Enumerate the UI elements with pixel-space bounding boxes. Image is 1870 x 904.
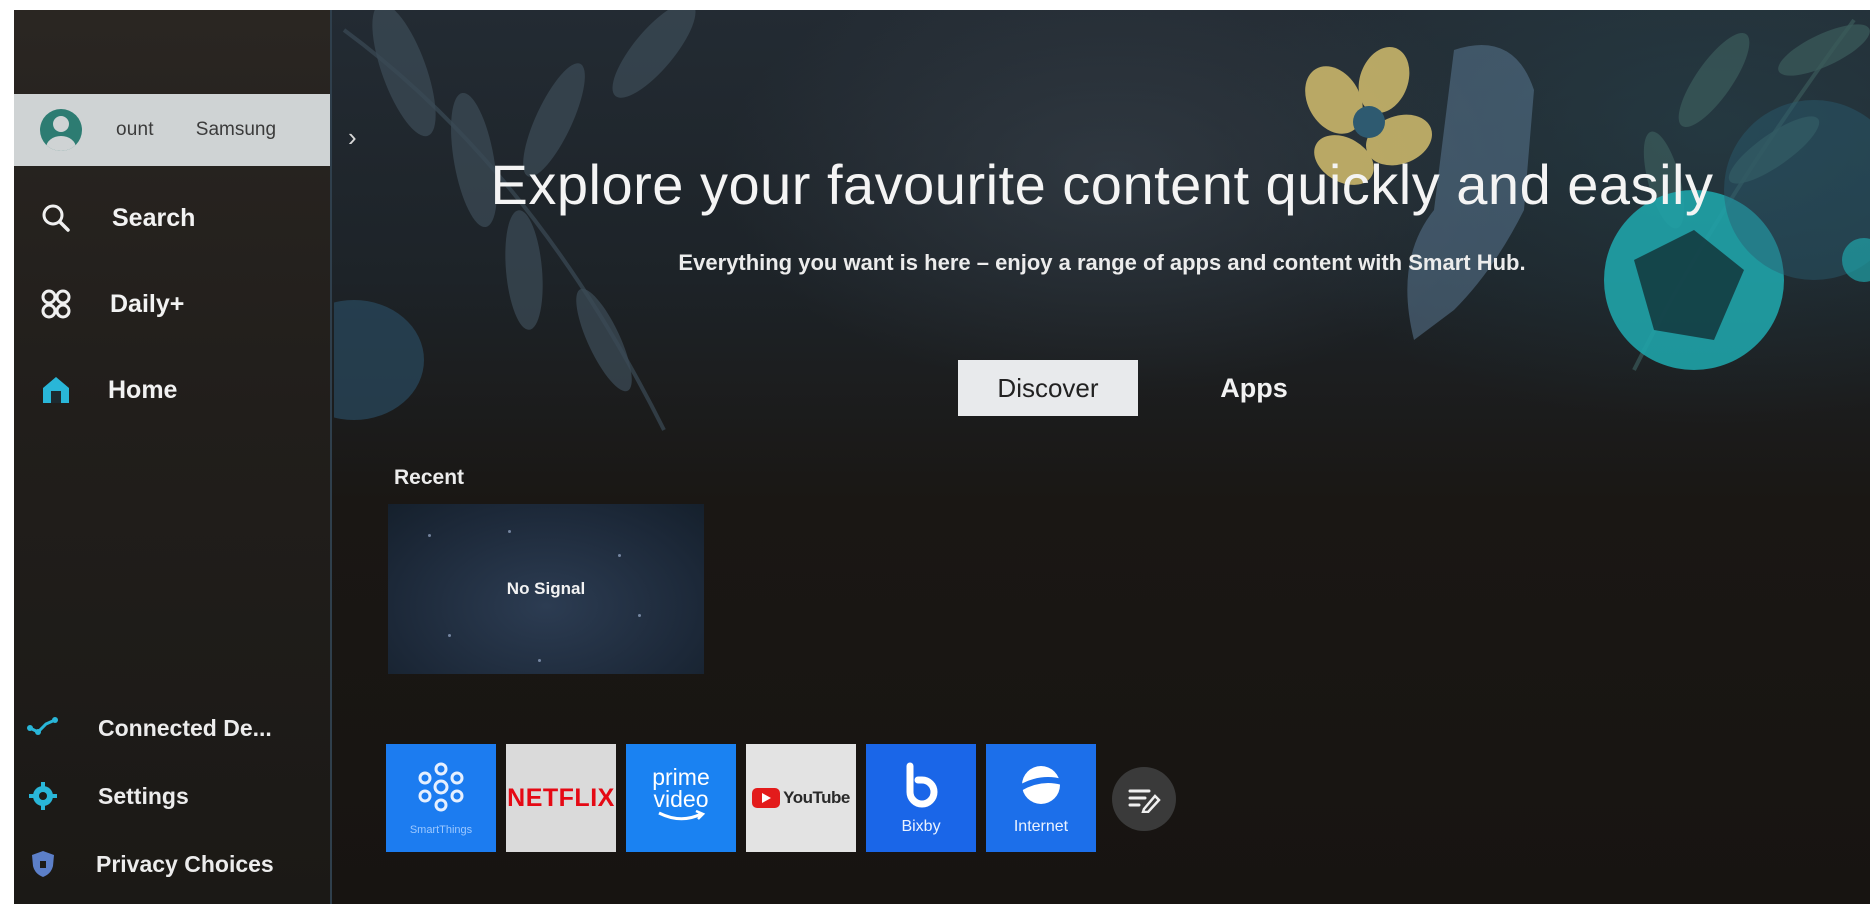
amazon-smile-icon [658, 810, 706, 821]
app-label: SmartThings [409, 824, 473, 836]
tv-screen: ount Samsung Search Daily+ Home Connecte… [14, 10, 1870, 904]
sidebar-item-label: Privacy Choices [96, 850, 274, 877]
shield-icon [26, 847, 60, 881]
sidebar-item-label: Settings [98, 782, 189, 809]
sidebar-item-search[interactable]: Search [14, 186, 330, 250]
sidebar-item-daily-plus[interactable]: Daily+ [14, 272, 330, 336]
internet-icon [1018, 766, 1063, 804]
sidebar-item-settings[interactable]: Settings [14, 768, 330, 824]
app-tile-smartthings[interactable]: SmartThings [386, 744, 496, 852]
app-tile-internet[interactable]: Internet [986, 744, 1096, 852]
sidebar: ount Samsung Search Daily+ Home Connecte… [14, 10, 332, 904]
recent-section-label: Recent [394, 466, 465, 489]
recent-card-text: No Signal [506, 579, 586, 598]
smartthings-icon [418, 762, 464, 812]
daily-plus-icon [36, 284, 76, 324]
bixby-icon [906, 762, 938, 808]
connected-devices-icon [26, 711, 60, 745]
app-tile-netflix[interactable]: NETFLIX [506, 744, 616, 852]
recent-card-no-signal[interactable]: No Signal [388, 504, 704, 674]
home-icon [36, 370, 76, 410]
prime-video-logo: prime video [652, 764, 710, 812]
chevron-right-icon[interactable]: › [348, 122, 357, 153]
app-tile-youtube[interactable]: YouTube [746, 744, 856, 852]
account-label: ount [116, 119, 154, 140]
app-tile-bixby[interactable]: Bixby [866, 744, 976, 852]
sidebar-item-label: Search [112, 203, 196, 232]
sidebar-item-home[interactable]: Home [14, 358, 330, 422]
avatar [40, 109, 82, 151]
search-icon [36, 198, 76, 238]
tab-discover[interactable]: Discover [958, 360, 1138, 416]
sidebar-item-privacy-choices[interactable]: Privacy Choices [14, 836, 330, 892]
gear-icon [26, 779, 60, 813]
app-label: Internet [1013, 818, 1069, 835]
sidebar-item-label: Connected De... [98, 714, 272, 741]
page-subtitle: Everything you want is here – enjoy a ra… [678, 250, 1526, 275]
edit-list-icon [1128, 789, 1161, 813]
sidebar-item-label: Home [108, 375, 178, 404]
page-title: Explore your favourite content quickly a… [490, 153, 1714, 216]
tab-apps[interactable]: Apps [1184, 360, 1324, 416]
account-item[interactable]: ount Samsung [14, 94, 330, 166]
app-tile-prime-video[interactable]: prime video [626, 744, 736, 852]
netflix-logo: NETFLIX [507, 783, 615, 812]
edit-apps-button[interactable] [1112, 767, 1176, 831]
app-label: Bixby [901, 818, 941, 835]
sidebar-item-label: Daily+ [110, 289, 185, 318]
sidebar-item-connected-devices[interactable]: Connected De... [14, 700, 330, 756]
account-name: Samsung [195, 119, 277, 140]
play-icon [752, 788, 781, 808]
youtube-logo: YouTube [752, 788, 850, 808]
youtube-wordmark: YouTube [783, 788, 850, 807]
